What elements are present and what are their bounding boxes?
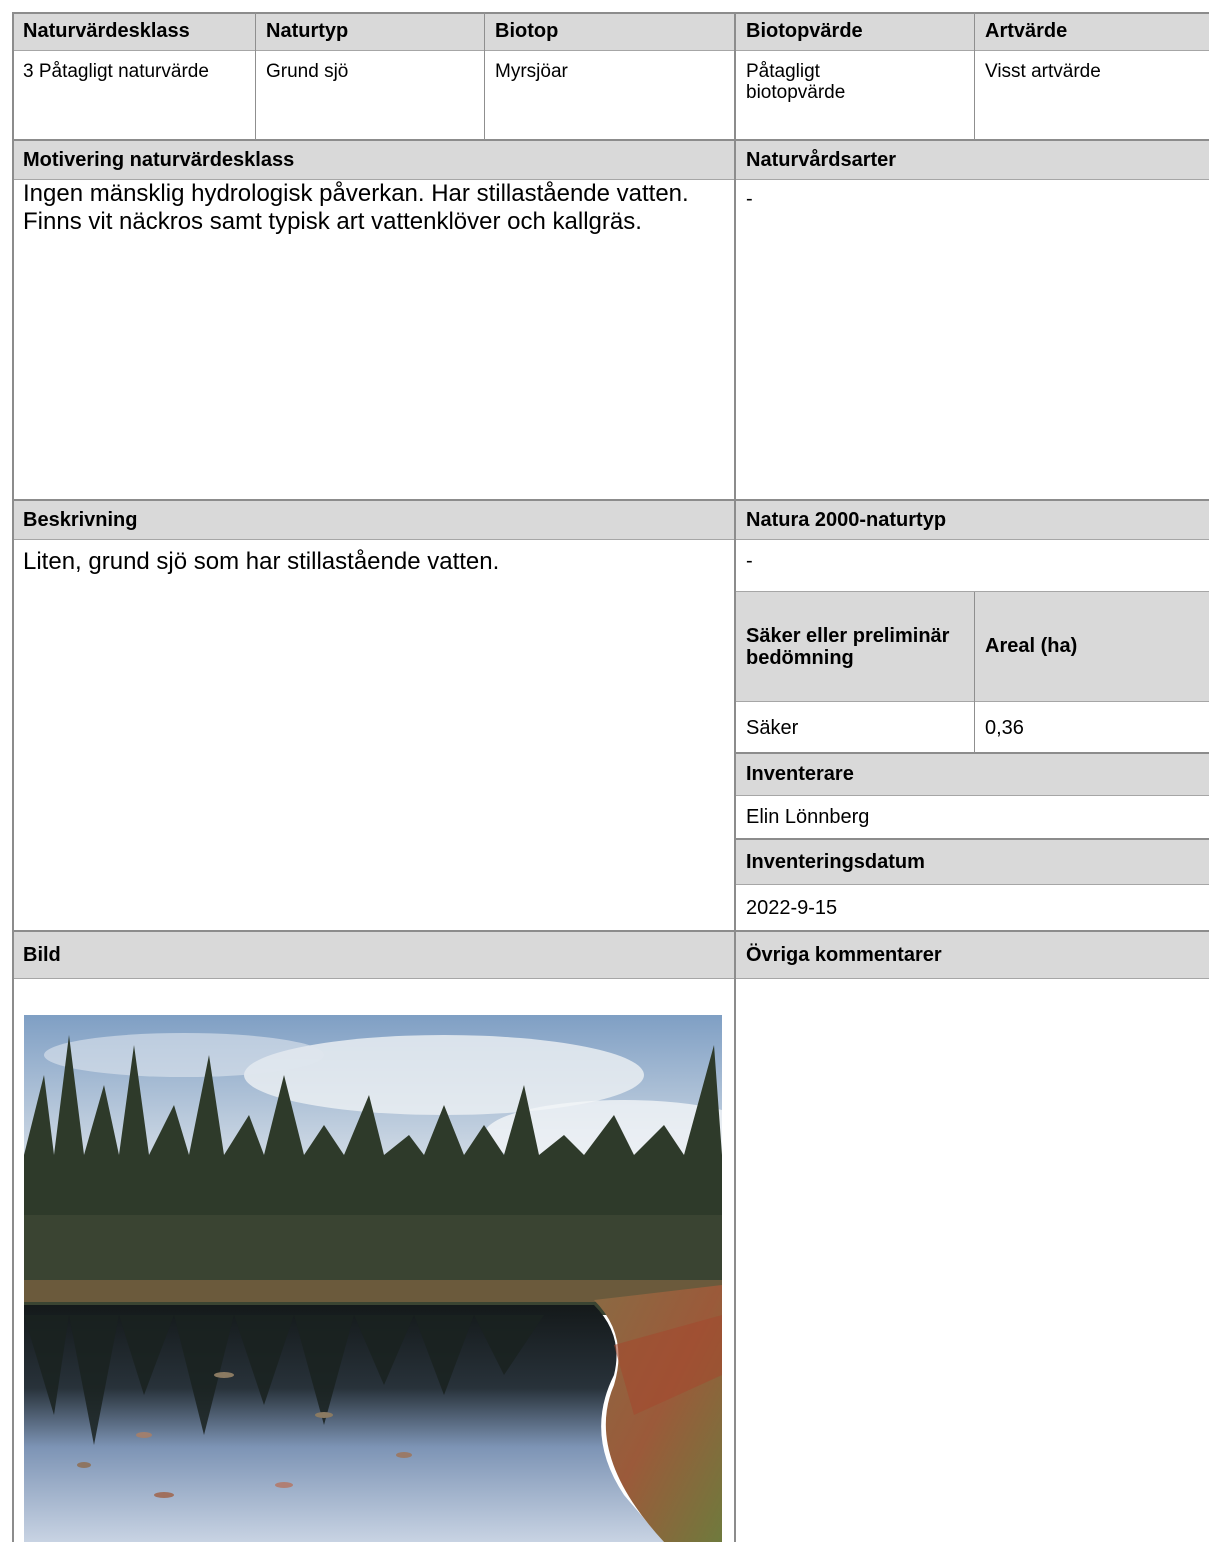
border-bedomning-head [735, 701, 1209, 702]
border-bedomning-value [735, 752, 1209, 754]
border-row2-bottom [12, 499, 1209, 501]
header-bild: Bild [12, 932, 735, 978]
header-inventeringsdatum-label: Inventeringsdatum [746, 850, 925, 873]
header-biotopvarde: Biotopvärde [735, 12, 974, 51]
value-biotopvarde: Påtagligt biotopvärde [746, 61, 846, 103]
header-bild-label: Bild [23, 943, 61, 966]
inventerare-value: Elin Lönnberg [735, 796, 1205, 838]
border-left [12, 12, 14, 1542]
border-col2 [255, 12, 256, 140]
value-artvarde: Visst artvärde [985, 61, 1101, 82]
bedomning-value-text: Säker [746, 716, 799, 739]
inventerare-value-text: Elin Lönnberg [746, 805, 870, 828]
value-naturtyp: Grund sjö [266, 61, 349, 82]
header-motivering: Motivering naturvärdesklass [12, 140, 735, 180]
header-inventerare-label: Inventerare [746, 763, 854, 785]
border-row1-bottom [12, 139, 1209, 141]
border-areal [974, 592, 975, 753]
border-row4-head [12, 978, 1209, 979]
header-biotop: Biotop [484, 12, 735, 51]
header-motivering-label: Motivering naturvärdesklass [23, 148, 295, 171]
header-beskrivning: Beskrivning [12, 500, 735, 540]
beskrivning-text: Liten, grund sjö som har stillastående v… [23, 548, 500, 575]
value-biotop: Myrsjöar [495, 61, 568, 82]
border-row3-head [12, 539, 1209, 540]
header-biotopvarde-label: Biotopvärde [746, 20, 863, 42]
areal-value: 0,36 [974, 704, 1204, 752]
header-artvarde-label: Artvärde [985, 20, 1068, 42]
header-artvarde: Artvärde [974, 12, 1209, 51]
header-beskrivning-label: Beskrivning [23, 508, 138, 531]
naturvardsarter-value: - [746, 188, 753, 210]
header-ovriga: Övriga kommentarer [735, 932, 1209, 978]
header-naturvardsarter-label: Naturvårdsarter [746, 148, 897, 171]
border-row2-head [12, 179, 1209, 180]
bedomning-value: Säker [735, 704, 965, 752]
header-naturtyp: Naturtyp [255, 12, 484, 51]
header-bedomning: Säker eller preliminär bedömning [735, 592, 974, 701]
header-inventeringsdatum: Inventeringsdatum [735, 840, 1209, 884]
header-natura2000: Natura 2000-naturtyp [735, 500, 1209, 540]
areal-value-text: 0,36 [985, 716, 1024, 739]
header-naturvardsarter: Naturvårdsarter [735, 140, 1209, 180]
header-ovriga-label: Övriga kommentarer [746, 943, 942, 966]
border-top [12, 12, 1209, 14]
header-naturvardesklass: Naturvärdesklass [12, 12, 255, 51]
motivering-text: Ingen mänsklig hydrologisk påverkan. Har… [23, 180, 689, 235]
naturvarde-form: Naturvärdesklass Naturtyp Biotop Biotopv… [12, 12, 1209, 1542]
lake-photo [24, 1015, 722, 1542]
inventeringsdatum-value: 2022-9-15 [735, 886, 1205, 930]
header-inventerare: Inventerare [735, 754, 1209, 795]
border-datum-head [735, 884, 1209, 885]
header-naturvardesklass-label: Naturvärdesklass [23, 20, 190, 42]
inventeringsdatum-value-text: 2022-9-15 [746, 896, 838, 919]
natura2000-value: - [746, 550, 753, 572]
border-row1-head [12, 50, 1209, 51]
header-naturtyp-label: Naturtyp [266, 20, 349, 42]
border-middle [734, 12, 736, 1542]
border-natura-value [735, 591, 1209, 592]
header-biotop-label: Biotop [495, 20, 559, 42]
border-col3 [484, 12, 485, 140]
border-inventerare-head [735, 795, 1209, 796]
border-row3-bottom [12, 930, 1209, 932]
border-inventerare-value [735, 838, 1209, 840]
value-naturvardesklass: 3 Påtagligt naturvärde [23, 61, 209, 82]
header-natura2000-label: Natura 2000-naturtyp [746, 508, 947, 531]
header-areal-label: Areal (ha) [985, 635, 1078, 657]
header-areal: Areal (ha) [974, 592, 1209, 701]
border-col5 [974, 12, 975, 140]
header-bedomning-label: Säker eller preliminär bedömning [746, 624, 950, 669]
